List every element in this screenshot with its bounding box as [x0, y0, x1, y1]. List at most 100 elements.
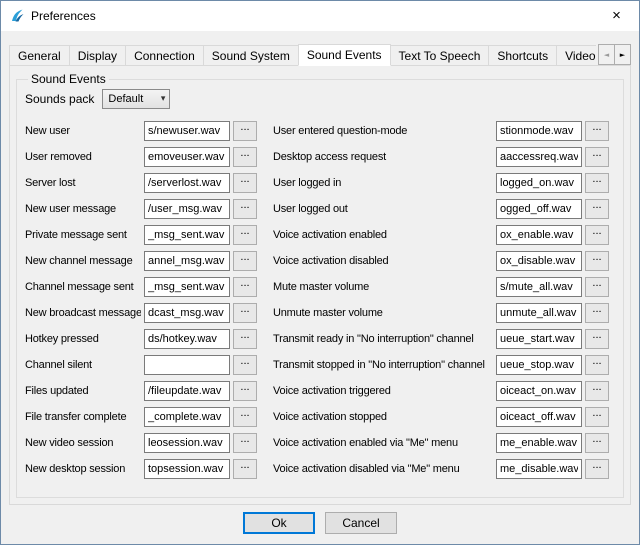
browse-button[interactable]: ... — [585, 303, 609, 323]
sound-event-row: Voice activation disabled via "Me" menu.… — [273, 456, 609, 482]
browse-button[interactable]: ... — [585, 251, 609, 271]
sound-file-input[interactable] — [496, 459, 582, 479]
sound-file-input[interactable] — [144, 407, 230, 427]
tab-shortcuts[interactable]: Shortcuts — [488, 45, 557, 65]
browse-button[interactable]: ... — [233, 251, 257, 271]
sound-file-input[interactable] — [496, 225, 582, 245]
sound-event-label: New desktop session — [25, 463, 141, 475]
browse-button[interactable]: ... — [233, 459, 257, 479]
sound-event-label: Files updated — [25, 385, 141, 397]
sound-file-input[interactable] — [144, 329, 230, 349]
sound-event-row: User entered question-mode... — [273, 118, 609, 144]
browse-button[interactable]: ... — [233, 147, 257, 167]
sound-file-input[interactable] — [496, 173, 582, 193]
tab-connection[interactable]: Connection — [125, 45, 204, 65]
sound-event-row: User logged in... — [273, 170, 609, 196]
sound-file-input[interactable] — [496, 303, 582, 323]
ok-button[interactable]: Ok — [243, 512, 315, 534]
tab-scroll-right-icon[interactable]: ► — [614, 44, 631, 65]
sound-file-input[interactable] — [144, 121, 230, 141]
browse-button[interactable]: ... — [233, 277, 257, 297]
browse-button[interactable]: ... — [233, 433, 257, 453]
browse-button[interactable]: ... — [233, 173, 257, 193]
browse-button[interactable]: ... — [233, 121, 257, 141]
browse-button[interactable]: ... — [585, 407, 609, 427]
tab-page: Sound Events Sounds pack Default ▾ New u… — [9, 65, 631, 505]
sound-event-label: File transfer complete — [25, 411, 141, 423]
sound-event-columns: New user...User removed...Server lost...… — [25, 118, 615, 482]
sound-file-input[interactable] — [496, 381, 582, 401]
tab-sound-system[interactable]: Sound System — [203, 45, 299, 65]
sound-file-input[interactable] — [144, 173, 230, 193]
tab-bar: GeneralDisplayConnectionSound SystemSoun… — [9, 43, 631, 65]
browse-button[interactable]: ... — [585, 381, 609, 401]
sound-file-input[interactable] — [496, 199, 582, 219]
browse-button[interactable]: ... — [585, 199, 609, 219]
sounds-pack-select[interactable]: Default ▾ — [102, 89, 170, 109]
tab-sound-events[interactable]: Sound Events — [298, 44, 391, 66]
sound-event-row: Voice activation enabled... — [273, 222, 609, 248]
browse-button[interactable]: ... — [585, 433, 609, 453]
sound-event-row: New broadcast message... — [25, 300, 257, 326]
sound-file-input[interactable] — [144, 381, 230, 401]
sound-file-input[interactable] — [144, 433, 230, 453]
sound-file-input[interactable] — [144, 355, 230, 375]
browse-button[interactable]: ... — [233, 355, 257, 375]
sound-file-input[interactable] — [496, 329, 582, 349]
sound-file-input[interactable] — [144, 303, 230, 323]
sound-event-row: Channel silent... — [25, 352, 257, 378]
sound-event-row: Transmit ready in "No interruption" chan… — [273, 326, 609, 352]
browse-button[interactable]: ... — [585, 147, 609, 167]
sound-event-row: Transmit stopped in "No interruption" ch… — [273, 352, 609, 378]
sound-file-input[interactable] — [496, 355, 582, 375]
sound-event-label: Unmute master volume — [273, 307, 493, 319]
tab-general[interactable]: General — [9, 45, 70, 65]
sound-file-input[interactable] — [144, 199, 230, 219]
sound-event-label: Private message sent — [25, 229, 141, 241]
sound-file-input[interactable] — [496, 121, 582, 141]
sound-events-group: Sound Events Sounds pack Default ▾ New u… — [16, 72, 624, 498]
tab-text-to-speech[interactable]: Text To Speech — [390, 45, 490, 65]
preferences-window: Preferences × GeneralDisplayConnectionSo… — [0, 0, 640, 545]
sound-event-label: Voice activation disabled via "Me" menu — [273, 463, 493, 475]
tab-display[interactable]: Display — [69, 45, 126, 65]
tab-scrollers: ◄ ► — [596, 44, 631, 65]
sound-event-label: Desktop access request — [273, 151, 493, 163]
browse-button[interactable]: ... — [233, 225, 257, 245]
browse-button[interactable]: ... — [585, 121, 609, 141]
tab-scroll-left-icon[interactable]: ◄ — [598, 44, 615, 65]
browse-button[interactable]: ... — [585, 225, 609, 245]
browse-button[interactable]: ... — [233, 303, 257, 323]
titlebar: Preferences × — [1, 1, 639, 31]
sound-event-label: User logged out — [273, 203, 493, 215]
sounds-pack-value: Default — [103, 93, 160, 105]
sound-file-input[interactable] — [144, 459, 230, 479]
sound-event-row: Unmute master volume... — [273, 300, 609, 326]
browse-button[interactable]: ... — [585, 329, 609, 349]
browse-button[interactable]: ... — [233, 199, 257, 219]
browse-button[interactable]: ... — [233, 381, 257, 401]
sound-file-input[interactable] — [496, 251, 582, 271]
browse-button[interactable]: ... — [585, 459, 609, 479]
sound-file-input[interactable] — [496, 433, 582, 453]
browse-button[interactable]: ... — [233, 407, 257, 427]
close-icon[interactable]: × — [594, 1, 639, 31]
browse-button[interactable]: ... — [233, 329, 257, 349]
sound-event-row: Mute master volume... — [273, 274, 609, 300]
browse-button[interactable]: ... — [585, 173, 609, 193]
sounds-pack-row: Sounds pack Default ▾ — [25, 89, 615, 109]
sound-file-input[interactable] — [144, 147, 230, 167]
sound-file-input[interactable] — [496, 407, 582, 427]
sound-event-row: Desktop access request... — [273, 144, 609, 170]
sound-file-input[interactable] — [144, 225, 230, 245]
cancel-button[interactable]: Cancel — [325, 512, 397, 534]
sound-event-label: Transmit ready in "No interruption" chan… — [273, 333, 493, 345]
sound-file-input[interactable] — [144, 251, 230, 271]
sound-event-label: Server lost — [25, 177, 141, 189]
sound-event-row: New video session... — [25, 430, 257, 456]
browse-button[interactable]: ... — [585, 277, 609, 297]
sound-file-input[interactable] — [496, 277, 582, 297]
sound-file-input[interactable] — [144, 277, 230, 297]
sound-file-input[interactable] — [496, 147, 582, 167]
browse-button[interactable]: ... — [585, 355, 609, 375]
